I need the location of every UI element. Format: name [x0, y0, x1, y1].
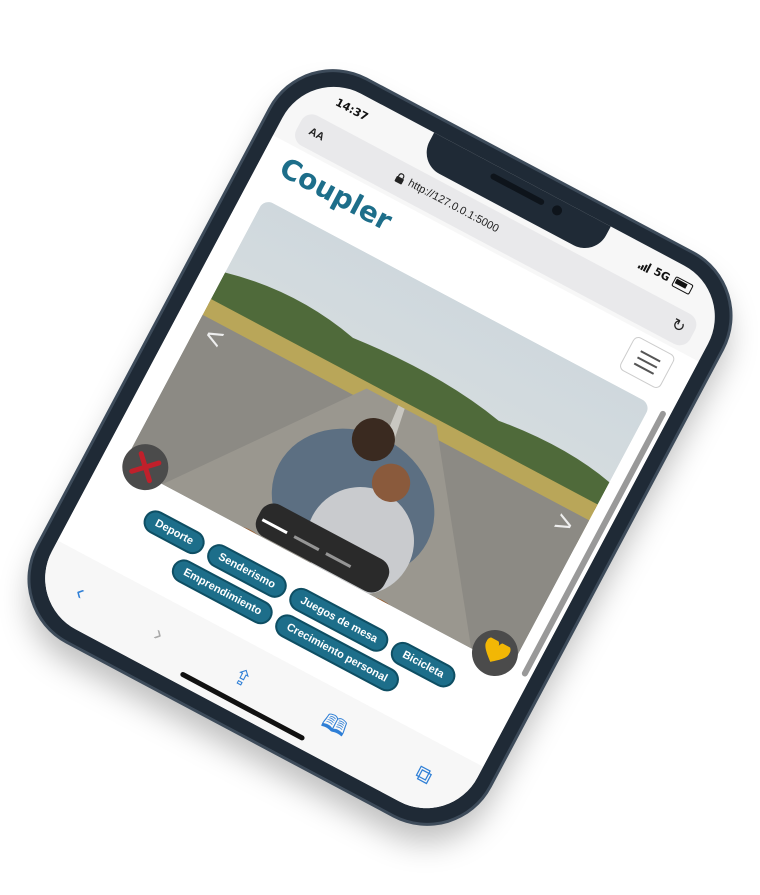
- forward-icon[interactable]: ›: [149, 621, 168, 647]
- signal-icon: [637, 259, 653, 273]
- tabs-icon[interactable]: ⧉: [411, 760, 437, 790]
- camera-icon: [550, 203, 564, 218]
- lock-icon: [394, 172, 405, 184]
- phone-mockup: 14:37 5G AA http://127.0.0.1:5000 ↻ Coup…: [5, 47, 755, 848]
- status-time: 14:37: [333, 95, 371, 124]
- phone-screen: 14:37 5G AA http://127.0.0.1:5000 ↻ Coup…: [24, 66, 736, 829]
- close-icon: [129, 451, 162, 484]
- back-icon[interactable]: ‹: [71, 579, 89, 605]
- heart-icon: [485, 637, 511, 662]
- reload-icon[interactable]: ↻: [668, 314, 689, 338]
- hamburger-menu-button[interactable]: [617, 334, 677, 391]
- text-size-button[interactable]: AA: [307, 125, 327, 143]
- battery-icon: [671, 275, 694, 296]
- share-icon[interactable]: ⇪: [228, 662, 256, 694]
- interest-tag[interactable]: Deporte: [139, 506, 209, 559]
- network-label: 5G: [651, 264, 673, 285]
- bookmarks-icon[interactable]: 🕮: [313, 704, 354, 750]
